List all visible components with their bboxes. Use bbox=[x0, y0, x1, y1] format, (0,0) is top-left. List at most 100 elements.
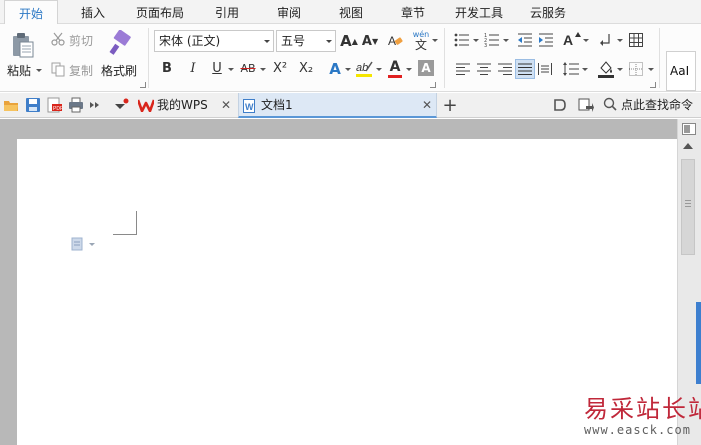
paste-button[interactable]: 粘贴 bbox=[7, 62, 31, 79]
font-color-glyph: A bbox=[389, 59, 401, 75]
clipboard-dialog-launcher[interactable] bbox=[140, 82, 146, 88]
tab-home[interactable]: 开始 bbox=[4, 0, 58, 25]
tab-document-1[interactable]: W 文档1 bbox=[238, 93, 437, 118]
line-spacing-icon[interactable] bbox=[562, 61, 580, 77]
tab-review[interactable]: 审阅 bbox=[266, 0, 312, 24]
numbered-list-icon[interactable]: 123 bbox=[483, 32, 501, 48]
cut-button[interactable]: 剪切 bbox=[69, 32, 93, 49]
align-center-icon[interactable] bbox=[476, 61, 492, 77]
document-icon: W bbox=[243, 99, 255, 113]
phonetic-guide-button[interactable]: wén 文 bbox=[411, 28, 431, 52]
font-size-select[interactable]: 五号 bbox=[276, 30, 336, 52]
decrease-indent-icon[interactable] bbox=[516, 32, 534, 48]
character-shading-glyph: A bbox=[421, 61, 431, 75]
print-icon[interactable] bbox=[68, 97, 84, 113]
underline-button[interactable]: U bbox=[208, 59, 226, 79]
increase-indent-icon[interactable] bbox=[537, 32, 555, 48]
text-effect-button[interactable]: A bbox=[326, 59, 344, 79]
paste-icon[interactable] bbox=[9, 31, 37, 59]
bold-button[interactable]: B bbox=[158, 59, 176, 79]
paste-dropdown-arrow[interactable] bbox=[36, 69, 42, 72]
side-panel-toggle[interactable] bbox=[696, 302, 701, 384]
chevron-down-icon[interactable] bbox=[323, 31, 335, 51]
bullet-list-dropdown-arrow[interactable] bbox=[473, 39, 479, 42]
search-icon[interactable] bbox=[603, 97, 619, 113]
tab-references[interactable]: 引用 bbox=[204, 0, 250, 24]
bullet-list-icon[interactable] bbox=[453, 32, 471, 48]
align-justify-icon[interactable] bbox=[515, 59, 535, 79]
borders-dropdown-arrow[interactable] bbox=[648, 68, 654, 71]
borders-icon[interactable] bbox=[628, 61, 644, 77]
clear-formatting-icon[interactable]: A bbox=[386, 31, 404, 51]
distributed-align-icon[interactable] bbox=[537, 61, 553, 77]
save-icon[interactable] bbox=[25, 97, 41, 113]
text-effect-dropdown-arrow[interactable] bbox=[345, 68, 351, 71]
subscript-button[interactable]: X₂ bbox=[296, 59, 316, 79]
document-page[interactable] bbox=[17, 139, 677, 445]
format-painter-icon[interactable] bbox=[106, 29, 134, 57]
open-folder-icon[interactable] bbox=[3, 97, 19, 113]
align-right-icon[interactable] bbox=[497, 61, 513, 77]
character-shading-button[interactable]: A bbox=[418, 60, 434, 76]
paragraph-mark-icon[interactable] bbox=[599, 32, 615, 48]
tab-insert[interactable]: 插入 bbox=[70, 0, 116, 24]
chevron-down-icon[interactable] bbox=[261, 31, 273, 51]
paragraph-options-icon[interactable] bbox=[71, 237, 97, 254]
underline-dropdown-arrow[interactable] bbox=[228, 68, 234, 71]
ribbon: 粘贴 剪切 复制 格式刷 宋体 (正文) 五号 A ▲ A ▼ A wén 文 … bbox=[0, 24, 701, 92]
command-search-box[interactable]: 点此查找命令 bbox=[621, 93, 693, 118]
shrink-font-button[interactable]: A ▼ bbox=[361, 31, 379, 51]
scrollbar-thumb[interactable] bbox=[681, 159, 695, 255]
highlight-dropdown-arrow[interactable] bbox=[376, 68, 382, 71]
tab-page-layout[interactable]: 页面布局 bbox=[130, 0, 190, 24]
export-pdf-icon[interactable]: PDF bbox=[46, 97, 63, 113]
phonetic-dropdown-arrow[interactable] bbox=[432, 39, 438, 42]
customize-toolbar-icon[interactable] bbox=[113, 97, 129, 113]
font-size-adjust-icon[interactable]: A bbox=[562, 30, 582, 48]
tab-view[interactable]: 视图 bbox=[328, 0, 374, 24]
shading-icon[interactable] bbox=[597, 59, 615, 79]
more-commands-icon[interactable] bbox=[89, 97, 105, 113]
close-icon[interactable]: ✕ bbox=[220, 93, 232, 118]
document-tab-strip: PDF 我的WPS ✕ W 文档1 ✕ + 点此查找命令 bbox=[0, 93, 701, 118]
font-color-button[interactable]: A bbox=[386, 59, 404, 79]
font-color-dropdown-arrow[interactable] bbox=[406, 68, 412, 71]
style-gallery-preview[interactable]: AaI bbox=[666, 51, 696, 91]
font-dialog-launcher[interactable] bbox=[430, 82, 436, 88]
italic-button[interactable]: I bbox=[184, 59, 202, 79]
shading-dropdown-arrow[interactable] bbox=[617, 68, 623, 71]
style-preview-text: AaI bbox=[670, 64, 690, 78]
font-name-value: 宋体 (正文) bbox=[159, 34, 221, 48]
tab-section[interactable]: 章节 bbox=[390, 0, 436, 24]
grow-font-button[interactable]: A ▲ bbox=[340, 31, 358, 51]
copy-button[interactable]: 复制 bbox=[69, 62, 93, 79]
document-settings-icon[interactable] bbox=[553, 97, 569, 113]
tab-cloud-services[interactable]: 云服务 bbox=[522, 0, 574, 24]
phonetic-bottom-label: 文 bbox=[414, 38, 427, 52]
new-tab-plus-icon[interactable]: + bbox=[442, 93, 458, 118]
font-size-adjust-dropdown-arrow[interactable] bbox=[583, 39, 589, 42]
table-icon[interactable] bbox=[628, 32, 644, 48]
watermark-text-cn: 易采站长站 bbox=[584, 395, 701, 423]
copy-icon[interactable] bbox=[50, 61, 66, 77]
strikethrough-button[interactable]: AB bbox=[237, 59, 259, 79]
align-left-icon[interactable] bbox=[455, 61, 471, 77]
watermark: 易采站长站 www.easck.com bbox=[584, 389, 701, 445]
line-spacing-dropdown-arrow[interactable] bbox=[582, 68, 588, 71]
font-name-select[interactable]: 宋体 (正文) bbox=[154, 30, 274, 52]
highlight-icon[interactable]: ab bbox=[354, 59, 374, 79]
scroll-up-arrow[interactable] bbox=[683, 143, 693, 149]
scissors-icon[interactable] bbox=[50, 31, 66, 47]
numbered-list-dropdown-arrow[interactable] bbox=[503, 39, 509, 42]
close-icon[interactable]: ✕ bbox=[421, 93, 433, 118]
tab-developer-tools[interactable]: 开发工具 bbox=[448, 0, 510, 24]
export-icon[interactable] bbox=[578, 97, 594, 113]
svg-text:ab: ab bbox=[356, 62, 368, 74]
collapse-panel-icon[interactable] bbox=[682, 123, 696, 138]
paragraph-dialog-launcher[interactable] bbox=[650, 82, 656, 88]
strikethrough-dropdown-arrow[interactable] bbox=[260, 68, 266, 71]
superscript-button[interactable]: X² bbox=[270, 59, 290, 79]
font-color-swatch bbox=[388, 75, 402, 78]
format-painter-button[interactable]: 格式刷 bbox=[101, 62, 137, 79]
paragraph-mark-dropdown-arrow[interactable] bbox=[617, 39, 623, 42]
